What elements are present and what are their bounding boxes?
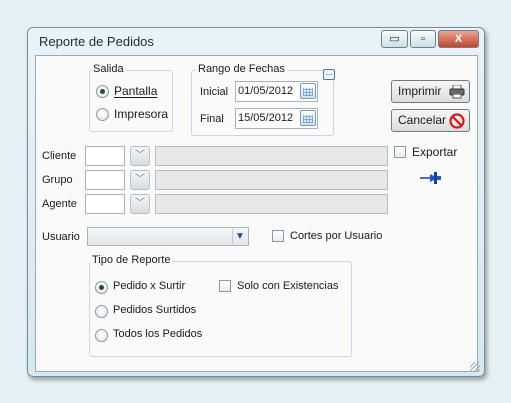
radio-impresora-label[interactable]: Impresora xyxy=(114,107,168,121)
final-label: Final xyxy=(200,113,224,125)
usuario-label: Usuario xyxy=(42,231,80,243)
resize-grip[interactable] xyxy=(470,362,480,372)
window-title: Reporte de Pedidos xyxy=(39,34,154,49)
cancelar-button[interactable]: Cancelar xyxy=(391,109,470,132)
calendar-final-icon[interactable] xyxy=(300,110,316,126)
agente-code-input[interactable] xyxy=(85,194,125,214)
chevron-down-icon: ﹀ xyxy=(135,198,145,209)
fecha-inicial-value: 01/05/2012 xyxy=(238,85,294,97)
radio-todos-pedidos[interactable] xyxy=(95,329,108,342)
radio-pedido-x-surtir-label[interactable]: Pedido x Surtir xyxy=(113,280,185,292)
cancel-icon xyxy=(449,113,465,129)
tipo-reporte-legend: Tipo de Reporte xyxy=(90,254,173,266)
chevron-down-icon: ﹀ xyxy=(135,174,145,185)
fecha-final-value: 15/05/2012 xyxy=(238,112,294,124)
chevron-down-icon: ﹀ xyxy=(135,150,145,161)
inicial-label: Inicial xyxy=(200,86,229,98)
grupo-code-input[interactable] xyxy=(85,170,125,190)
imprimir-label: Imprimir xyxy=(398,84,442,98)
usuario-select[interactable]: ▼ xyxy=(87,227,249,246)
minimize-icon: ▭ xyxy=(389,33,400,45)
maximize-button[interactable]: ▫ xyxy=(410,30,436,48)
cancelar-label: Cancelar xyxy=(398,113,447,127)
grupo-lookup-button[interactable]: ﹀ xyxy=(130,170,150,190)
imprimir-button[interactable]: Imprimir xyxy=(391,80,470,103)
rango-fechas-legend: Rango de Fechas xyxy=(196,63,287,75)
cliente-code-input[interactable] xyxy=(85,146,125,166)
ellipsis-icon: ... xyxy=(325,68,333,77)
exportar-checkbox[interactable] xyxy=(394,146,406,158)
grupo-label: Grupo xyxy=(42,174,73,186)
cliente-lookup-button[interactable]: ﹀ xyxy=(130,146,150,166)
cortes-usuario-label[interactable]: Cortes por Usuario xyxy=(290,230,382,242)
cortes-usuario-checkbox[interactable] xyxy=(272,230,284,242)
radio-todos-pedidos-label[interactable]: Todos los Pedidos xyxy=(113,328,202,340)
radio-impresora[interactable] xyxy=(96,108,109,121)
agente-name-field xyxy=(155,194,388,214)
cliente-name-field xyxy=(155,146,388,166)
agente-label: Agente xyxy=(42,198,77,210)
solo-existencias-checkbox[interactable] xyxy=(219,280,231,292)
grupo-name-field xyxy=(155,170,388,190)
radio-pedido-x-surtir[interactable] xyxy=(95,281,108,294)
maximize-icon: ▫ xyxy=(421,33,425,45)
chevron-down-icon: ▼ xyxy=(232,229,247,244)
radio-pedidos-surtidos-label[interactable]: Pedidos Surtidos xyxy=(113,304,196,316)
solo-existencias-label[interactable]: Solo con Existencias xyxy=(237,280,339,292)
close-icon: X xyxy=(454,33,463,45)
calendar-inicial-icon[interactable] xyxy=(300,83,316,99)
exportar-label[interactable]: Exportar xyxy=(412,145,457,159)
cliente-label: Cliente xyxy=(42,150,77,162)
close-button[interactable]: X xyxy=(438,30,479,48)
radio-pantalla-label[interactable]: Pantalla xyxy=(114,84,157,98)
printer-icon xyxy=(449,85,465,99)
agente-lookup-button[interactable]: ﹀ xyxy=(130,194,150,214)
radio-pedidos-surtidos[interactable] xyxy=(95,305,108,318)
rango-extra-button[interactable]: ... xyxy=(323,69,335,80)
radio-pantalla[interactable] xyxy=(96,85,109,98)
pushpin-icon[interactable] xyxy=(420,171,442,185)
salida-legend: Salida xyxy=(91,63,126,75)
minimize-button[interactable]: ▭ xyxy=(381,30,408,48)
salida-group xyxy=(89,70,173,132)
